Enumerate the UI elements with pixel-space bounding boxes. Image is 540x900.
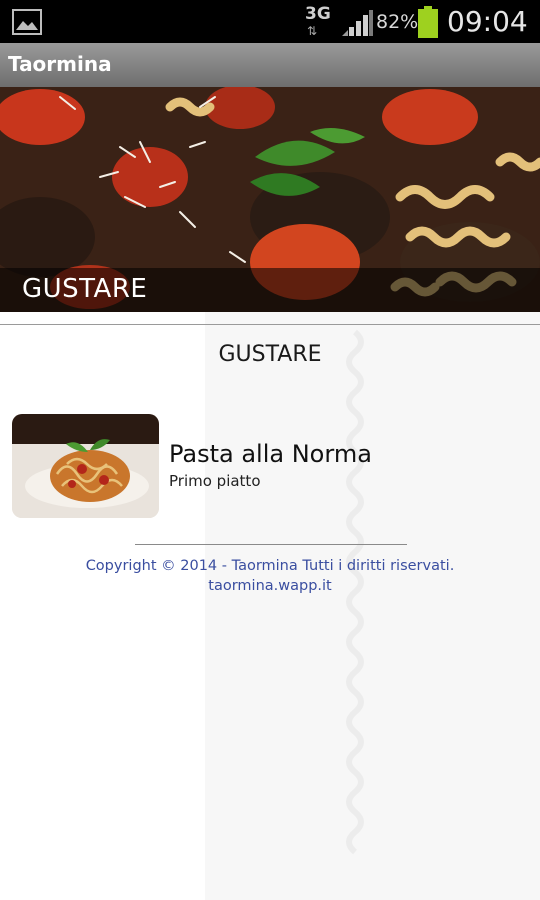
footer-divider	[135, 544, 407, 545]
content-area: GUSTARE Pasta alla Norma Primo piatto Co…	[0, 312, 540, 900]
clock: 09:04	[447, 5, 528, 38]
action-bar: Taormina	[0, 43, 540, 87]
header-caption-bar: GUSTARE	[0, 268, 540, 312]
footer-website-link[interactable]: taormina.wapp.it	[0, 578, 540, 594]
status-bar: 3G ⇅ 82% 09:04	[0, 0, 540, 43]
section-divider	[0, 324, 540, 325]
background-watermark	[205, 312, 540, 900]
header-banner[interactable]: GUSTARE	[0, 87, 540, 312]
dish-title: Pasta alla Norma	[169, 440, 372, 468]
network-type: 3G	[305, 4, 331, 24]
header-caption: GUSTARE	[22, 274, 148, 304]
battery-icon	[418, 6, 438, 38]
dish-thumbnail	[12, 414, 159, 518]
dish-category: Primo piatto	[169, 472, 261, 490]
battery-percent: 82%	[376, 11, 419, 33]
gallery-icon	[12, 9, 42, 35]
section-heading: GUSTARE	[218, 342, 322, 367]
list-item[interactable]: Pasta alla Norma Primo piatto	[10, 412, 510, 520]
footer-copyright: Copyright © 2014 - Taormina Tutti i diri…	[85, 558, 455, 574]
app-title: Taormina	[8, 52, 112, 76]
data-activity-icon: ⇅	[307, 24, 318, 38]
signal-icon	[342, 10, 373, 36]
